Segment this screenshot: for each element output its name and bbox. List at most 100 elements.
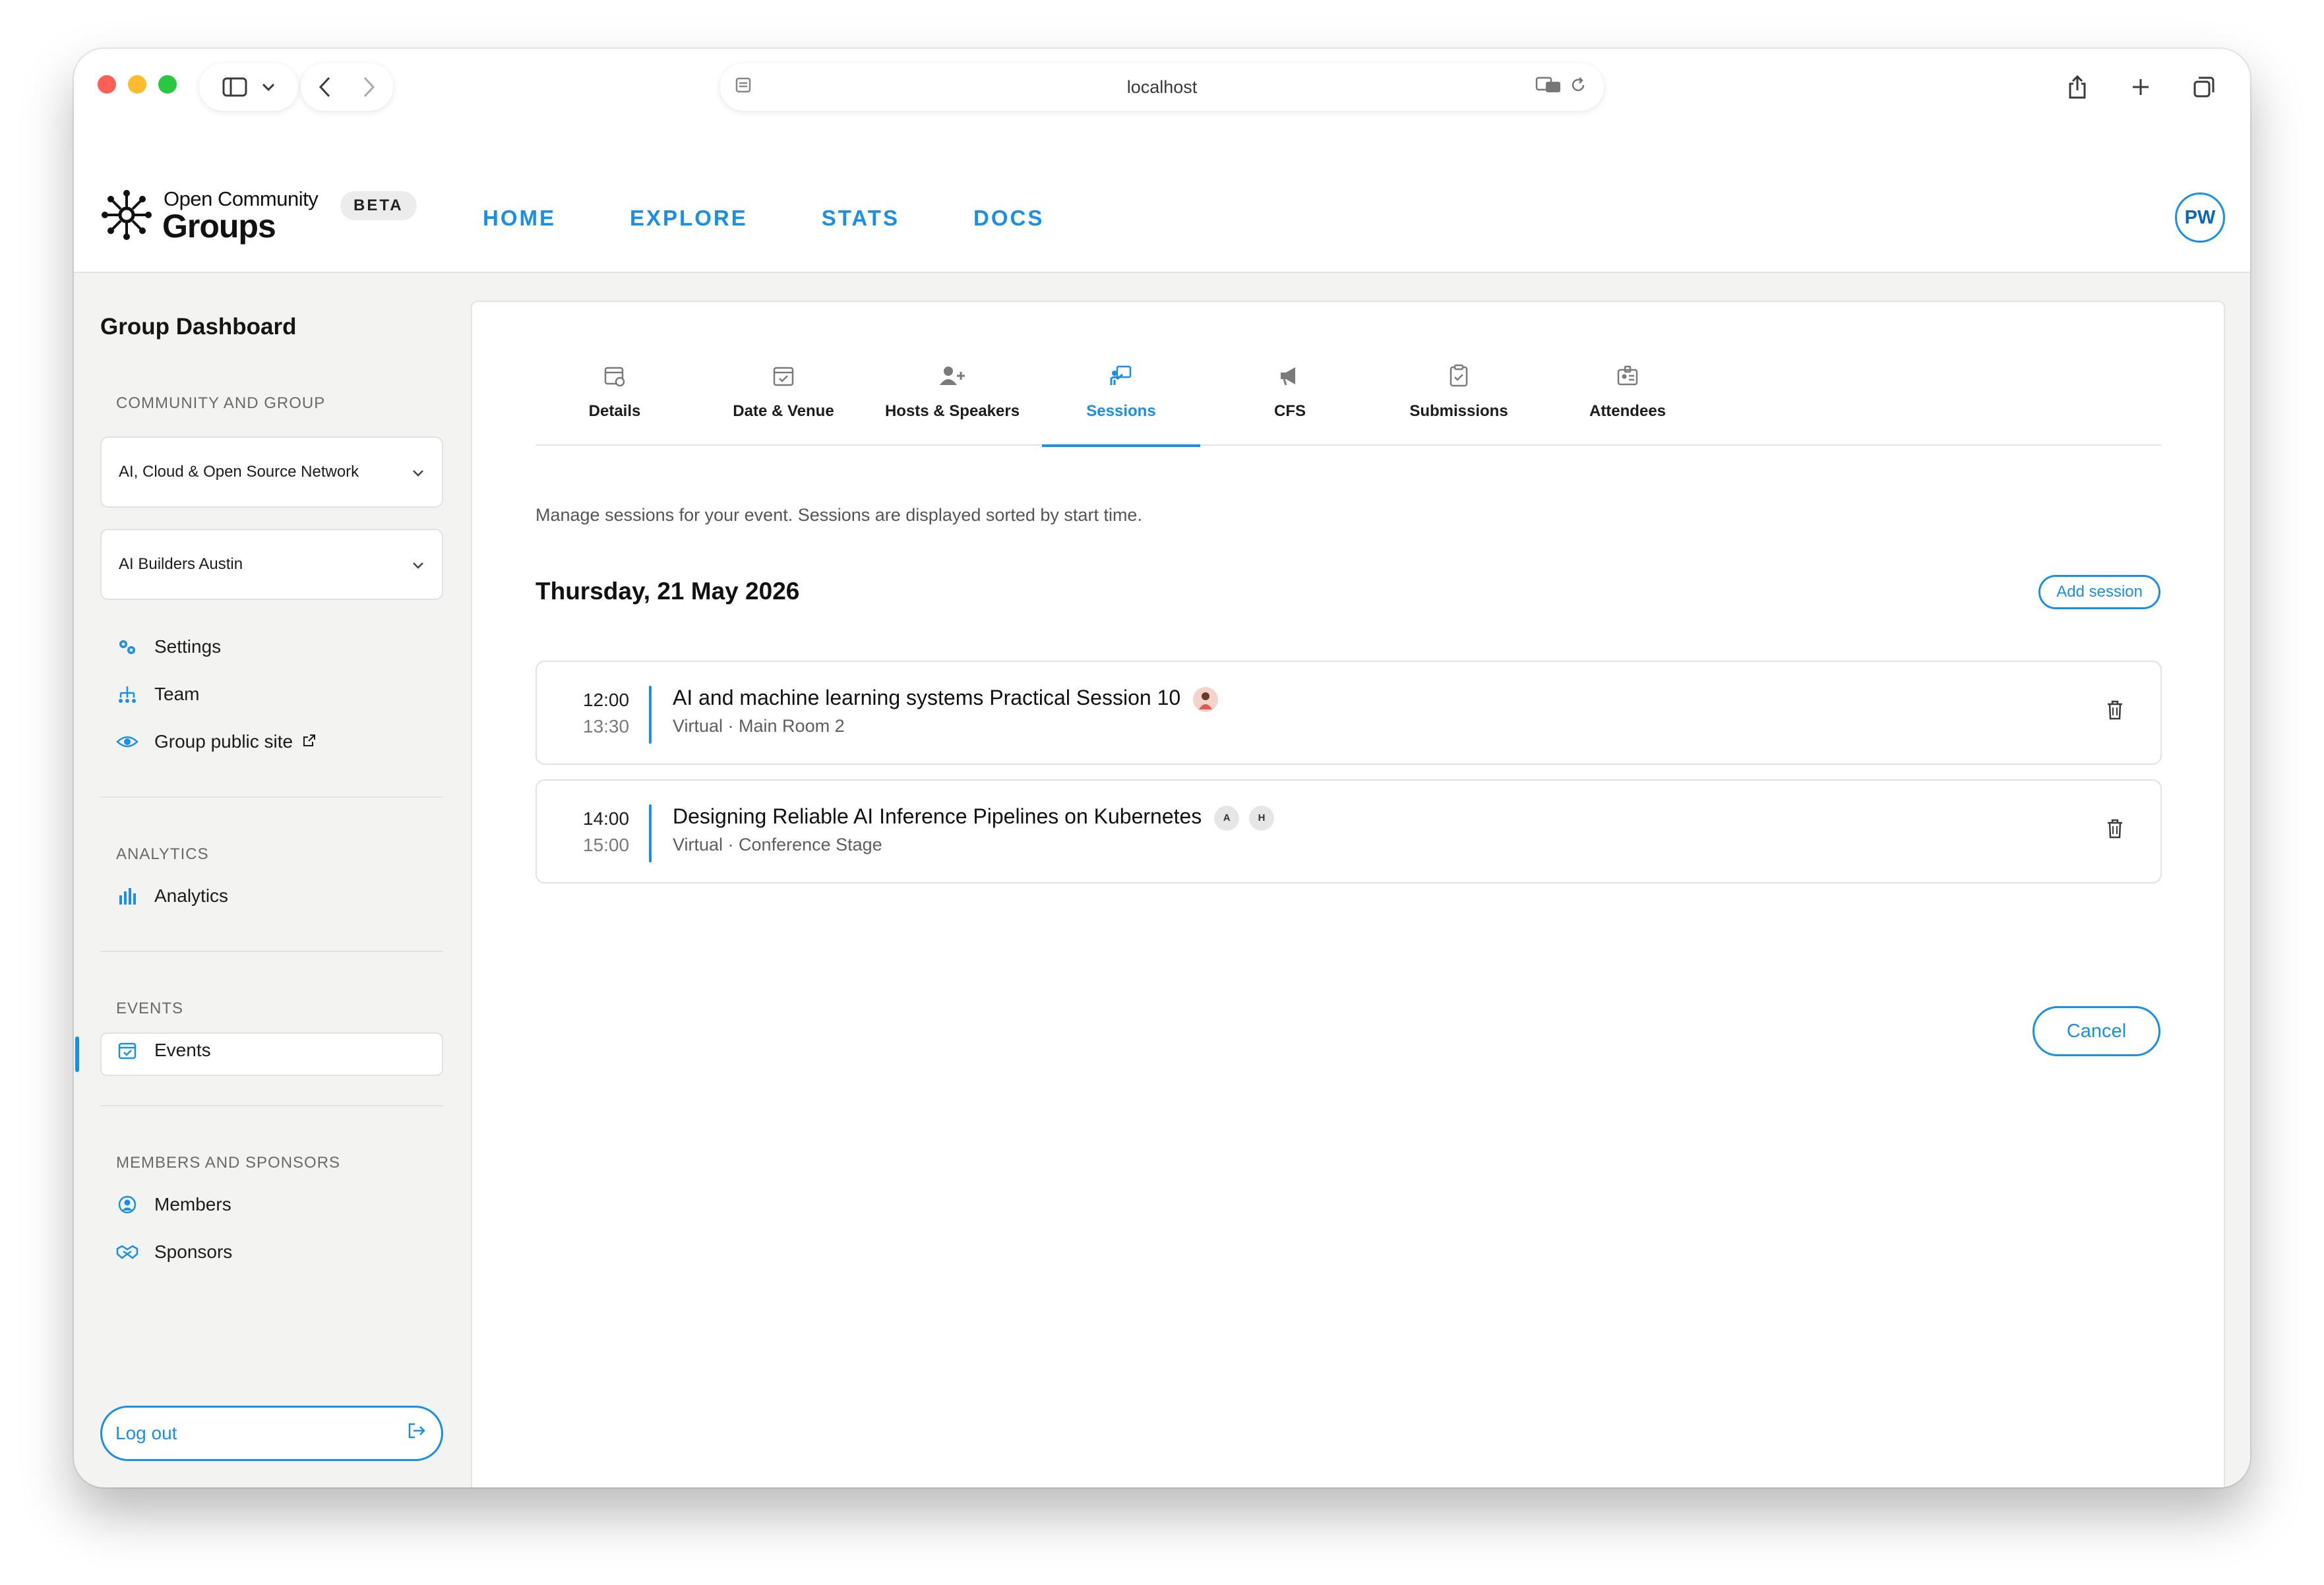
- sidebar-item-sponsors[interactable]: Sponsors: [116, 1241, 232, 1263]
- share-icon[interactable]: [2054, 63, 2101, 111]
- tab-attendees[interactable]: Attendees: [1548, 359, 1707, 446]
- sidebar-item-members[interactable]: Members: [116, 1193, 231, 1216]
- delete-session-button[interactable]: [2106, 819, 2124, 844]
- session-time-divider: [649, 804, 652, 862]
- history-nav: [301, 63, 393, 111]
- group-select[interactable]: AI Builders Austin: [100, 529, 443, 600]
- session-card[interactable]: 14:00 15:00 Designing Reliable AI Infere…: [535, 779, 2162, 883]
- calendar-gear-icon: [603, 359, 627, 393]
- sidebar-item-analytics[interactable]: Analytics: [116, 885, 228, 907]
- chevron-down-icon: [412, 462, 425, 483]
- tab-label: Date & Venue: [733, 402, 834, 420]
- day-heading: Thursday, 21 May 2026: [535, 578, 800, 605]
- tab-cfs[interactable]: CFS: [1211, 359, 1369, 446]
- gears-icon: [116, 636, 138, 658]
- minimize-window-button[interactable]: [128, 75, 146, 94]
- zoom-window-button[interactable]: [158, 75, 177, 94]
- new-tab-icon[interactable]: [2117, 63, 2164, 111]
- tabs-icon[interactable]: [2180, 63, 2228, 111]
- cancel-button[interactable]: Cancel: [2033, 1006, 2160, 1056]
- sidebar-item-label: Settings: [154, 636, 222, 657]
- sidebar-item-label: Events: [154, 1040, 211, 1060]
- add-session-button[interactable]: Add session: [2038, 575, 2160, 609]
- speaker-chip: H: [1249, 805, 1275, 831]
- trash-icon: [2106, 700, 2124, 725]
- sidebar-item-team[interactable]: Team: [116, 683, 199, 705]
- handshake-icon: [116, 1241, 138, 1263]
- sidebar-item-events[interactable]: Events: [116, 1039, 211, 1062]
- sidebar-toggle-button[interactable]: [199, 63, 298, 111]
- session-location: Virtual · Main Room 2: [673, 716, 845, 736]
- tab-sessions[interactable]: Sessions: [1042, 359, 1200, 447]
- sidebar-item-label: Sponsors: [154, 1241, 233, 1262]
- section-members-sponsors: MEMBERS AND SPONSORS: [116, 1154, 341, 1172]
- sidebar-divider: [100, 796, 443, 798]
- session-location: Virtual · Conference Stage: [673, 835, 882, 854]
- tab-label: Sessions: [1086, 402, 1156, 420]
- group-select-value: AI Builders Austin: [119, 555, 243, 573]
- active-indicator: [75, 1036, 79, 1072]
- session-title-row: AI and machine learning systems Practica…: [673, 686, 1219, 712]
- url-text: localhost: [1126, 76, 1198, 97]
- brand-title[interactable]: Groups: [162, 207, 276, 245]
- chevron-down-icon: [262, 82, 275, 92]
- session-start-time: 14:00: [583, 808, 630, 829]
- session-title-row: Designing Reliable AI Inference Pipeline…: [673, 804, 1275, 831]
- nav-stats[interactable]: STATS: [822, 206, 900, 231]
- logout-button[interactable]: Log out: [100, 1406, 443, 1461]
- clipboard-check-icon: [1447, 359, 1471, 393]
- calendar-icon: [116, 1039, 138, 1062]
- event-tabs: Details Date & Venue Hosts & Speakers Se…: [535, 359, 2162, 447]
- delete-session-button[interactable]: [2106, 700, 2124, 725]
- community-select[interactable]: AI, Cloud & Open Source Network: [100, 436, 443, 508]
- address-bar[interactable]: localhost: [720, 63, 1604, 111]
- forward-icon[interactable]: [361, 76, 376, 98]
- session-card[interactable]: 12:00 13:30 AI and machine learning syst…: [535, 661, 2162, 765]
- megaphone-icon: [1278, 359, 1302, 393]
- session-title: Designing Reliable AI Inference Pipeline…: [673, 804, 1202, 828]
- session-end-time: 15:00: [583, 835, 630, 855]
- nav-home[interactable]: HOME: [483, 206, 556, 231]
- translate-icon[interactable]: [1535, 76, 1562, 98]
- speaker-avatar: [1193, 686, 1219, 712]
- tab-label: CFS: [1274, 402, 1306, 420]
- tab-details[interactable]: Details: [535, 359, 694, 446]
- session-time-divider: [649, 686, 652, 744]
- tab-submissions[interactable]: Submissions: [1380, 359, 1538, 446]
- logo-icon[interactable]: [100, 189, 153, 241]
- eye-icon: [116, 731, 138, 753]
- session-start-time: 12:00: [583, 690, 630, 710]
- sidebar-item-settings[interactable]: Settings: [116, 636, 221, 658]
- sidebar-icon: [222, 77, 247, 97]
- sidebar-item-label: Group public site: [154, 731, 293, 752]
- nav-docs[interactable]: DOCS: [973, 206, 1044, 231]
- close-window-button[interactable]: [98, 75, 116, 94]
- browser-window: localhost Open Community Groups BETA HOM…: [74, 49, 2250, 1487]
- sessions-description: Manage sessions for your event. Sessions…: [535, 505, 1142, 525]
- tab-date-venue[interactable]: Date & Venue: [704, 359, 863, 446]
- back-icon[interactable]: [318, 76, 332, 98]
- hierarchy-icon: [116, 683, 138, 705]
- tab-label: Submissions: [1409, 402, 1508, 420]
- sidebar-divider: [100, 951, 443, 952]
- reader-icon[interactable]: [735, 76, 752, 98]
- logout-icon: [407, 1421, 427, 1445]
- sidebar-title: Group Dashboard: [100, 314, 297, 340]
- user-avatar[interactable]: PW: [2175, 193, 2225, 243]
- nav-explore[interactable]: EXPLORE: [630, 206, 748, 231]
- main-nav: HOME EXPLORE STATS DOCS: [483, 206, 1044, 231]
- tab-label: Hosts & Speakers: [884, 402, 1020, 420]
- sidebar-item-public-site[interactable]: Group public site: [116, 731, 317, 753]
- sidebar-item-label: Members: [154, 1194, 231, 1214]
- tab-hosts-speakers[interactable]: Hosts & Speakers: [873, 359, 1031, 446]
- id-badge-icon: [1616, 359, 1639, 393]
- calendar-check-icon: [772, 359, 795, 393]
- reload-icon[interactable]: [1570, 76, 1587, 98]
- trash-icon: [2106, 819, 2124, 843]
- site-header: Open Community Groups BETA HOME EXPLORE …: [74, 135, 2250, 273]
- section-events: EVENTS: [116, 1000, 184, 1017]
- user-circle-icon: [116, 1193, 138, 1216]
- dashboard-sidebar: Group Dashboard COMMUNITY AND GROUP AI, …: [74, 274, 443, 1487]
- section-analytics: ANALYTICS: [116, 845, 209, 863]
- session-end-time: 13:30: [583, 716, 630, 736]
